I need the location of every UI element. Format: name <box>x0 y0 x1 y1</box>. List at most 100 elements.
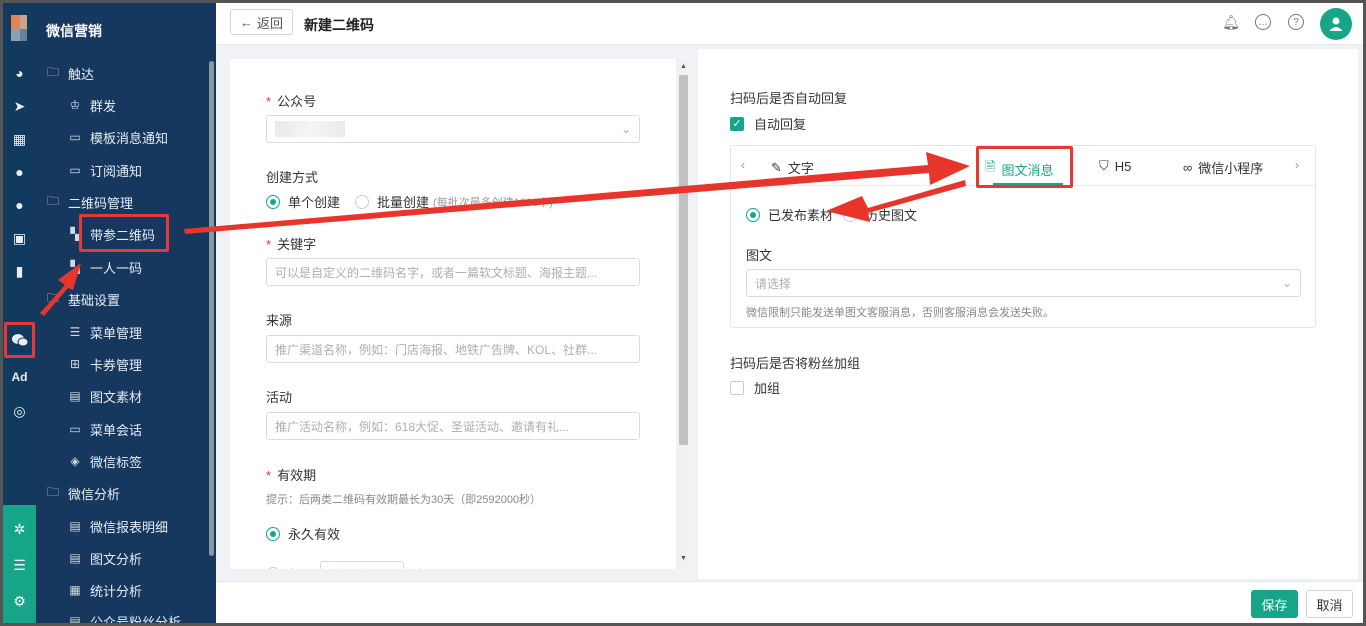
html5-icon: ⛉ <box>1099 158 1109 173</box>
link-icon: ∞ <box>1183 160 1193 175</box>
validity-until-radio[interactable]: 截至 选择时间 过期 <box>266 561 436 569</box>
auto-reply-checkbox[interactable]: ✓ 自动回复 <box>730 114 806 133</box>
sidebar-item-article-material[interactable]: ▤ 图文素材 <box>68 384 142 408</box>
pen-icon: ✎ <box>771 159 782 175</box>
sidebar-title: 微信营销 <box>46 23 102 39</box>
folder-icon: 🗀 <box>46 290 59 305</box>
validity-hint: 提示：后两类二维码有效期最长为30天（即2592000秒） <box>266 494 542 506</box>
template-icon: ▭ <box>69 130 81 144</box>
folder-icon: 🗀 <box>46 193 59 208</box>
tab-mini-program[interactable]: ∞ 微信小程序 <box>1183 158 1263 177</box>
sidebar-item-menu-management[interactable]: ☰ 菜单管理 <box>68 320 142 344</box>
group-checkbox[interactable]: 加组 <box>730 378 780 397</box>
folder-icon: 🗀 <box>46 484 59 499</box>
sidebar-group-qrcode[interactable]: 🗀 二维码管理 <box>46 190 133 214</box>
check-icon: ✓ <box>730 116 744 131</box>
list-icon: ☰ <box>69 325 81 339</box>
sidebar-group-reach[interactable]: 🗀 触达 <box>46 61 94 85</box>
arrow-left-icon: ← <box>239 14 253 30</box>
sidebar-item-template-message[interactable]: ▭ 模板消息通知 <box>68 125 168 149</box>
tab-highlight-box <box>976 146 1073 188</box>
sidebar-item-one-person-one-code[interactable]: ▚ 一人一码 <box>68 255 142 279</box>
validity-forever-radio[interactable]: 永久有效 <box>266 524 340 543</box>
article-icon: ▤ <box>69 389 81 403</box>
sidebar-group-basic-settings[interactable]: 🗀 基础设置 <box>46 287 120 311</box>
sidebar-item-mass-send[interactable]: ♔ 群发 <box>68 93 116 117</box>
qrcode-icon: ▚ <box>70 260 80 274</box>
sidebar-item-wechat-tags[interactable]: ◈ 微信标签 <box>68 449 142 473</box>
menu-highlight-box <box>79 214 169 252</box>
validity-date-input[interactable]: 选择时间 <box>320 561 405 569</box>
fans-icon: ▤ <box>69 614 81 623</box>
group-question: 扫码后是否将粉丝加组 <box>730 356 861 371</box>
auto-reply-question: 扫码后是否自动回复 <box>730 91 848 106</box>
chevron-down-icon: ⌄ <box>1281 276 1292 290</box>
chart-icon[interactable]: ▮ <box>3 259 36 283</box>
sidebar-item-subscribe-notice[interactable]: ▭ 订阅通知 <box>68 158 142 182</box>
dashboard-icon[interactable]: ◕ <box>3 61 36 85</box>
report-icon: ▤ <box>69 519 81 533</box>
scroll-up-icon[interactable]: ▲ <box>680 63 687 70</box>
source-published-radio[interactable]: 已发布素材 <box>746 205 833 224</box>
bell-icon[interactable]: 🔔︎ <box>1222 14 1240 30</box>
settings-icon[interactable]: ⚙ <box>3 589 36 613</box>
subscribe-icon: ▭ <box>69 163 81 177</box>
coupon-icon: ⊞ <box>69 357 81 371</box>
database-icon[interactable]: ☰ <box>3 553 36 577</box>
activity-input[interactable]: 推广活动名称，例如：618大促、圣诞活动、邀请有礼... <box>266 412 640 440</box>
account-select[interactable]: ⌄ <box>266 115 640 143</box>
report-icon: ▤ <box>69 551 81 565</box>
form-scrollbar-thumb[interactable] <box>679 75 688 445</box>
user-icon[interactable]: ● <box>3 160 36 184</box>
back-button[interactable]: ← 返回 <box>230 9 293 35</box>
tab-next-icon[interactable]: › <box>1295 158 1299 172</box>
layout-icon[interactable]: ▦ <box>3 127 36 151</box>
sidebar-item-report-detail[interactable]: ▤ 微信报表明细 <box>68 514 168 538</box>
page-header: ← 返回 新建二维码 🔔︎ … ? <box>216 3 1363 45</box>
source-input[interactable]: 推广渠道名称，例如：门店海报、地铁广告牌、KOL、社群... <box>266 335 640 363</box>
tab-prev-icon[interactable]: ‹ <box>741 158 745 172</box>
account-label: * 公众号 <box>266 94 317 109</box>
sidebar-group-analysis[interactable]: 🗀 微信分析 <box>46 481 120 505</box>
create-mode-label: 创建方式 <box>266 170 319 185</box>
activity-label: 活动 <box>266 390 293 405</box>
article-select[interactable]: 请选择 ⌄ <box>746 269 1301 297</box>
crown-icon: ♔ <box>69 98 81 112</box>
sidebar-menu: 微信营销 🗀 触达 ♔ 群发 ▭ 模板消息通知 ▭ 订阅通知 🗀 二维码管理 ▚ 带参二维码… <box>36 3 216 623</box>
hub-icon[interactable]: ✲ <box>3 517 36 541</box>
target-icon[interactable]: ◎ <box>3 399 36 423</box>
app-window: ◕ ➤ ▦ ● ● ▣ ▮ Ad ◎ ✲ ☰ ⚙ 微信营销 🗀 触达 ♔ 群发 ▭ 模… <box>3 3 1363 623</box>
tab-h5[interactable]: ⛉ H5 <box>1099 158 1131 174</box>
cancel-button[interactable]: 取消 <box>1306 590 1353 618</box>
rail-bottom-group: ✲ ☰ ⚙ <box>3 505 36 623</box>
keyword-input[interactable]: 可以是自定义的二维码名字，或者一篇软文标题、海报主题... <box>266 258 640 286</box>
rail-highlight-box <box>4 322 35 358</box>
ad-icon[interactable]: Ad <box>3 365 36 389</box>
send-icon[interactable]: ➤ <box>3 94 36 118</box>
source-history-radio[interactable]: 历史图文 <box>843 205 917 224</box>
qrcode-form: * 公众号 ⌄ 创建方式 单个创建 批量创建 (每批次最多创建1000个) * 关键字… <box>230 59 691 569</box>
sidebar-item-stats-analysis[interactable]: ▦ 统计分析 <box>68 578 142 602</box>
save-button[interactable]: 保存 <box>1251 590 1298 618</box>
tab-text[interactable]: ✎ 文字 <box>771 158 814 177</box>
bookmark-icon[interactable]: ▣ <box>3 226 36 250</box>
folder-icon: 🗀 <box>46 64 59 79</box>
sidebar-scrollbar[interactable] <box>209 61 214 556</box>
sidebar-item-fans-analysis[interactable]: ▤ 公众号粉丝分析 <box>68 609 181 623</box>
page-footer: 保存 取消 <box>216 581 1363 623</box>
avatar[interactable] <box>1320 8 1352 40</box>
users-icon[interactable]: ● <box>3 193 36 217</box>
sidebar-item-article-analysis[interactable]: ▤ 图文分析 <box>68 546 142 570</box>
article-label: 图文 <box>746 248 773 263</box>
create-single-radio[interactable]: 单个创建 <box>266 192 340 211</box>
message-icon[interactable]: … <box>1255 14 1271 30</box>
icon-rail: ◕ ➤ ▦ ● ● ▣ ▮ Ad ◎ ✲ ☰ ⚙ <box>3 3 36 623</box>
create-batch-radio[interactable]: 批量创建 (每批次最多创建1000个) <box>355 192 553 211</box>
logo-icon <box>11 15 27 43</box>
sidebar-item-menu-session[interactable]: ▭ 菜单会话 <box>68 417 142 441</box>
sidebar-item-coupon-management[interactable]: ⊞ 卡券管理 <box>68 352 142 376</box>
page-title: 新建二维码 <box>304 17 374 33</box>
help-icon[interactable]: ? <box>1288 14 1304 30</box>
scroll-down-icon[interactable]: ▼ <box>680 555 687 562</box>
keyword-label: * 关键字 <box>266 237 317 252</box>
